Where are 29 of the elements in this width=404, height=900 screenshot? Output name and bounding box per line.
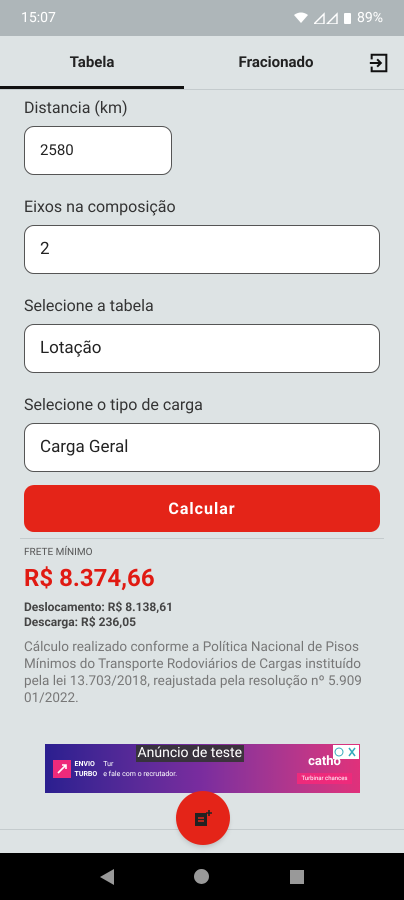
login-icon[interactable]	[368, 52, 390, 74]
input-field[interactable]: Carga Geral	[24, 423, 380, 472]
wifi-icon	[294, 12, 308, 24]
result-caption: FRETE MÍNIMO	[24, 545, 94, 560]
tab[interactable]: Fracionado	[184, 36, 368, 89]
legal-note: Cálculo realizado conforme a Política Nacional de Pisos Mínimos do Transporte Rodoviários de Cargas instituído pela lei 13.703/2018, reajustada pela resolução nº 5.909 01/2022.	[24, 639, 363, 707]
status-time: 15:07	[21, 8, 56, 28]
total-value: R$ 8.374,66	[24, 563, 156, 594]
add-note-icon	[194, 809, 212, 827]
input-field[interactable]: 2580	[24, 126, 172, 175]
recents-icon[interactable]	[290, 870, 304, 884]
field-label: Distancia (km)	[24, 98, 129, 118]
signal-icon	[314, 12, 338, 24]
calculate-button[interactable]: Calcular	[24, 485, 380, 532]
input-field[interactable]: Lotação	[24, 324, 380, 373]
battery-percent: 89%	[357, 8, 383, 28]
field-label: Selecione o tipo de carga	[24, 395, 204, 415]
tab[interactable]: Tabela	[0, 36, 184, 89]
back-icon[interactable]	[100, 868, 114, 884]
battery-icon	[344, 12, 351, 24]
field-label: Eixos na composição	[24, 197, 177, 217]
input-field[interactable]: 2	[24, 225, 380, 274]
field-label: Selecione a tabela	[24, 296, 155, 316]
add-note-button[interactable]	[176, 791, 230, 845]
home-icon[interactable]	[194, 869, 210, 884]
rocket-icon	[52, 760, 70, 778]
ad-label: Anúncio de teste	[136, 745, 244, 762]
breakdown-line: Descarga: R$ 236,05	[24, 615, 137, 630]
breakdown-line: Deslocamento: R$ 8.138,61	[24, 600, 174, 615]
